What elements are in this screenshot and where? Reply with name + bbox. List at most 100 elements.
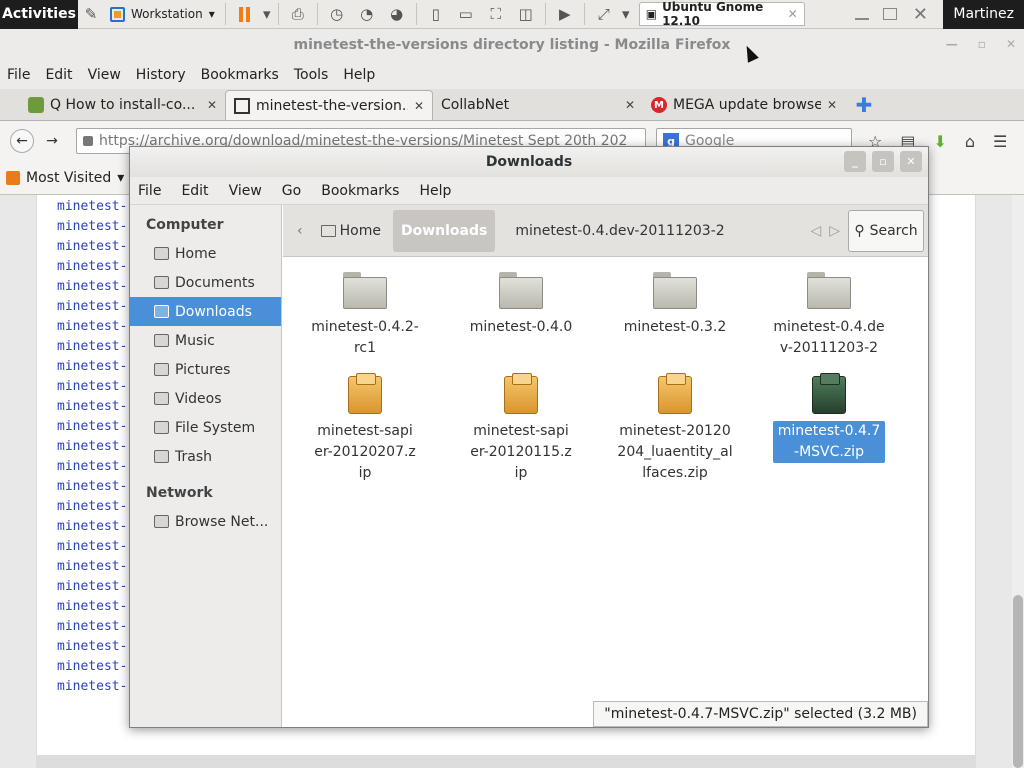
- listing-link[interactable]: minetest-: [57, 677, 137, 697]
- menu-icon[interactable]: ☰: [993, 132, 1007, 151]
- sidebar-item-videos[interactable]: Videos: [130, 384, 281, 413]
- stretch-icon[interactable]: ⤢: [589, 0, 619, 29]
- listing-link[interactable]: minetest-: [57, 577, 137, 597]
- maximize-button[interactable]: ▫: [978, 37, 986, 51]
- menu-go[interactable]: Go: [282, 183, 301, 199]
- sidebar-item-downloads[interactable]: Downloads: [130, 297, 281, 326]
- listing-link[interactable]: minetest-: [57, 497, 137, 517]
- close-icon[interactable]: ✕: [625, 98, 635, 112]
- file-item-folder-minetest-0.4.0[interactable]: minetest-0.4.0: [461, 264, 581, 338]
- sidebar-item-file-system[interactable]: File System: [130, 413, 281, 442]
- minimize-button[interactable]: —: [946, 37, 958, 51]
- sidebar-item-browse-network[interactable]: Browse Net...: [130, 507, 281, 536]
- maximize-button[interactable]: [883, 8, 898, 20]
- minimize-button[interactable]: _: [844, 151, 866, 172]
- sidebar-icon[interactable]: ▯: [421, 0, 451, 29]
- file-item-zip-msvc-selected[interactable]: minetest-0.4.7-MSVC.zip: [769, 368, 889, 463]
- tab-how-to-install[interactable]: Q How to install-co... ✕: [20, 90, 225, 120]
- scrollbar-thumb[interactable]: [1013, 595, 1023, 768]
- listing-link[interactable]: minetest-: [57, 417, 137, 437]
- sidebar-item-trash[interactable]: Trash: [130, 442, 281, 471]
- most-visited-button[interactable]: Most Visited: [26, 170, 111, 186]
- path-button-next[interactable]: minetest-0.4.dev-20111203-2: [499, 210, 732, 252]
- listing-link[interactable]: minetest-: [57, 357, 137, 377]
- page-scrollbar[interactable]: [1012, 195, 1024, 768]
- listing-link[interactable]: minetest-: [57, 397, 137, 417]
- path-button-downloads[interactable]: Downloads: [392, 209, 496, 252]
- listing-link[interactable]: minetest-: [57, 477, 137, 497]
- menu-help[interactable]: Help: [343, 67, 375, 83]
- snapshot-manager-icon[interactable]: ◕: [382, 0, 412, 29]
- console-view-icon[interactable]: ▭: [451, 0, 481, 29]
- activities-button[interactable]: Activities: [0, 0, 78, 29]
- listing-link[interactable]: minetest-: [57, 377, 137, 397]
- listing-link[interactable]: minetest-: [57, 517, 137, 537]
- terminal-icon[interactable]: ▶: [550, 0, 580, 29]
- listing-link[interactable]: minetest-: [57, 657, 137, 677]
- listing-link[interactable]: minetest-: [57, 617, 137, 637]
- file-item-zip-sapier-20120115[interactable]: minetest-sapier-20120115.zip: [461, 368, 581, 484]
- pause-button[interactable]: [230, 0, 260, 29]
- menu-edit[interactable]: Edit: [45, 67, 72, 83]
- minimize-button[interactable]: [855, 18, 870, 20]
- close-icon[interactable]: ✕: [788, 7, 798, 21]
- file-item-zip-luaentity[interactable]: minetest-20120204_luaentity_allfaces.zip: [615, 368, 735, 484]
- file-item-folder-minetest-0.4.2-rc1[interactable]: minetest-0.4.2-rc1: [305, 264, 425, 359]
- menu-view[interactable]: View: [88, 67, 121, 83]
- listing-link[interactable]: minetest-: [57, 297, 137, 317]
- snapshot-icon[interactable]: ◷: [322, 0, 352, 29]
- menu-tools[interactable]: Tools: [294, 67, 329, 83]
- unity-icon[interactable]: ◫: [511, 0, 541, 29]
- tab-mega[interactable]: M MEGA update browser ✕: [643, 90, 845, 120]
- file-item-folder-minetest-0.3.2[interactable]: minetest-0.3.2: [615, 264, 735, 338]
- chevron-down-icon[interactable]: ▾: [260, 0, 274, 29]
- close-icon[interactable]: ✕: [827, 98, 837, 112]
- listing-link[interactable]: minetest-: [57, 597, 137, 617]
- menu-file[interactable]: File: [138, 183, 161, 199]
- listing-link[interactable]: minetest-: [57, 237, 137, 257]
- listing-link[interactable]: minetest-: [57, 197, 137, 217]
- listing-link[interactable]: minetest-: [57, 257, 137, 277]
- close-button[interactable]: ✕: [911, 0, 929, 29]
- sidebar-item-pictures[interactable]: Pictures: [130, 355, 281, 384]
- close-button[interactable]: ✕: [900, 151, 922, 172]
- path-left-arrow[interactable]: ‹: [291, 210, 309, 252]
- listing-link[interactable]: minetest-: [57, 217, 137, 237]
- menu-view[interactable]: View: [229, 183, 262, 199]
- listing-link[interactable]: minetest-: [57, 457, 137, 477]
- menu-file[interactable]: File: [7, 67, 30, 83]
- listing-link[interactable]: minetest-: [57, 637, 137, 657]
- forward-arrow-icon[interactable]: ▷: [829, 223, 840, 239]
- menu-help[interactable]: Help: [419, 183, 451, 199]
- tab-collabnet[interactable]: CollabNet ✕: [433, 90, 643, 120]
- home-icon[interactable]: ⌂: [965, 132, 975, 151]
- listing-link[interactable]: minetest-: [57, 317, 137, 337]
- back-button[interactable]: ←: [10, 129, 34, 153]
- path-button-home[interactable]: Home: [313, 210, 389, 252]
- print-icon[interactable]: ⎙: [283, 0, 313, 29]
- user-menu[interactable]: Martinez: [943, 0, 1024, 29]
- listing-link[interactable]: minetest-: [57, 437, 137, 457]
- chevron-down-icon[interactable]: ▾: [619, 0, 633, 29]
- back-arrow-icon[interactable]: ◁: [810, 223, 821, 239]
- horizontal-scrollbar[interactable]: [36, 755, 976, 768]
- listing-link[interactable]: minetest-: [57, 557, 137, 577]
- close-icon[interactable]: ✕: [207, 98, 217, 112]
- fullscreen-icon[interactable]: ⛶: [481, 0, 511, 29]
- maximize-button[interactable]: ▫: [872, 151, 894, 172]
- new-tab-button[interactable]: ✚: [855, 93, 873, 117]
- menu-bookmarks[interactable]: Bookmarks: [201, 67, 279, 83]
- close-icon[interactable]: ✕: [414, 99, 424, 113]
- tab-minetest-versions[interactable]: minetest-the-version... ✕: [225, 90, 433, 120]
- menu-history[interactable]: History: [136, 67, 186, 83]
- forward-button[interactable]: →: [40, 129, 64, 153]
- sidebar-item-music[interactable]: Music: [130, 326, 281, 355]
- search-button[interactable]: ⚲ Search: [848, 209, 924, 252]
- vm-tab[interactable]: ▣ Ubuntu Gnome 12.10 ✕: [638, 0, 805, 28]
- listing-link[interactable]: minetest-: [57, 537, 137, 557]
- listing-link[interactable]: minetest-: [57, 277, 137, 297]
- file-item-folder-minetest-0.4.dev[interactable]: minetest-0.4.dev-20111203-2: [769, 264, 889, 359]
- menu-bookmarks[interactable]: Bookmarks: [321, 183, 399, 199]
- menu-edit[interactable]: Edit: [181, 183, 208, 199]
- close-button[interactable]: ✕: [1006, 37, 1016, 51]
